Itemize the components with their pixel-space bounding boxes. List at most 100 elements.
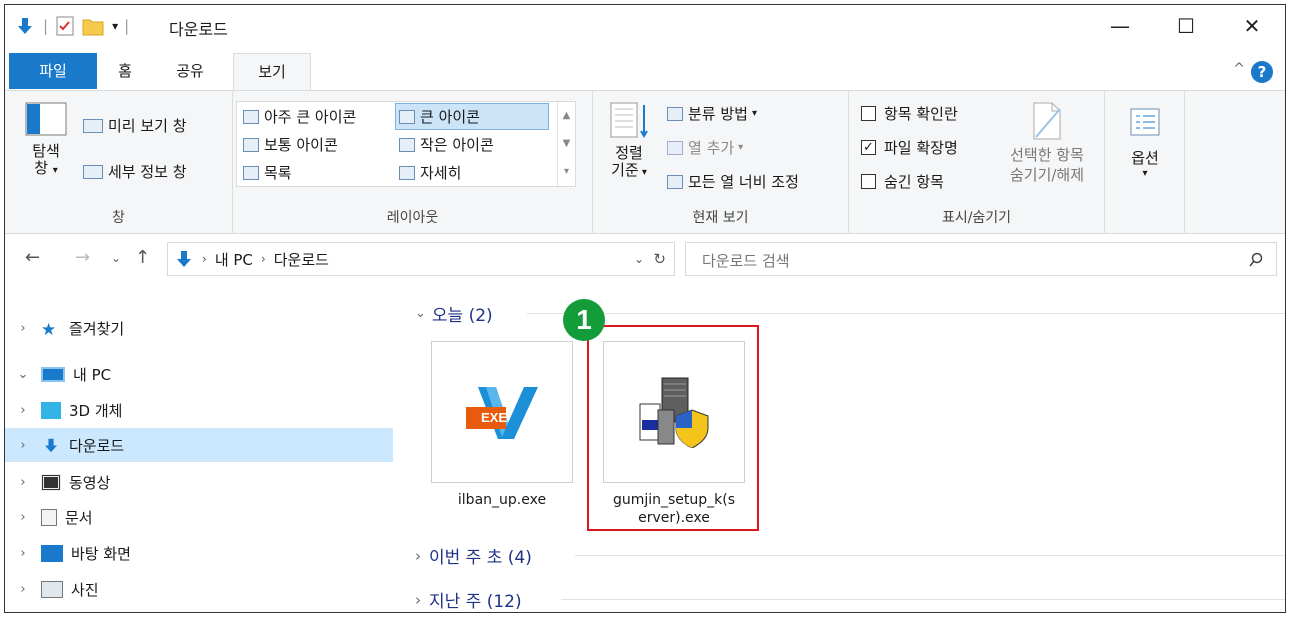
- options-icon: [1130, 108, 1160, 136]
- chevron-right-icon[interactable]: ›: [5, 321, 41, 336]
- collapse-ribbon-icon[interactable]: ^: [1233, 61, 1245, 77]
- layout-scroll[interactable]: ▲ ▼ ▾: [557, 102, 575, 186]
- layout-small-icons[interactable]: 작은 아이콘: [399, 134, 494, 155]
- nav-item-3d-objects[interactable]: › 3D 개체: [5, 393, 393, 427]
- group-divider: [527, 313, 1285, 314]
- search-input[interactable]: 다운로드 검색: [702, 250, 790, 271]
- search-box[interactable]: 다운로드 검색: [685, 242, 1277, 276]
- tab-view[interactable]: 보기: [233, 53, 311, 91]
- chevron-right-icon[interactable]: ›: [5, 475, 41, 490]
- file-extensions-toggle[interactable]: ✓ 파일 확장명: [861, 137, 958, 158]
- preview-pane-icon: [83, 118, 103, 133]
- details-pane-icon: [83, 164, 103, 179]
- chevron-right-icon[interactable]: ›: [5, 510, 41, 525]
- medium-icons-icon: [243, 137, 259, 152]
- expand-gallery-icon[interactable]: ▾: [558, 158, 575, 186]
- chevron-right-icon[interactable]: ›: [415, 547, 421, 565]
- address-dropdown-icon[interactable]: ⌄: [634, 252, 644, 266]
- star-icon: ★: [41, 319, 57, 340]
- fit-columns-button[interactable]: 모든 열 너비 조정: [667, 171, 799, 192]
- breadcrumb-this-pc[interactable]: 내 PC: [215, 249, 253, 270]
- hide-selected-button[interactable]: 선택한 항목 숨기기/해제: [995, 101, 1099, 185]
- navigation-pane-button[interactable]: 탐색 창 ▾: [17, 101, 75, 179]
- scroll-up-icon[interactable]: ▲: [558, 102, 575, 130]
- explorer-window: | ▾ | 다운로드 — ☐ ✕ 파일 홈 공유 보기 ^ ? 탐색 창 ▾ 미…: [4, 4, 1286, 613]
- nav-item-this-pc[interactable]: ⌄ 내 PC: [5, 357, 393, 391]
- preview-pane-button[interactable]: 미리 보기 창: [83, 115, 187, 136]
- chevron-down-icon[interactable]: ⌄: [5, 367, 41, 382]
- nav-item-label: 즐겨찾기: [69, 319, 125, 338]
- add-column-button[interactable]: 열 추가 ▾: [667, 137, 743, 158]
- hide-selected-label: 선택한 항목: [1010, 146, 1084, 164]
- nav-item-documents[interactable]: › 문서: [5, 500, 393, 534]
- navigation-pane: › ★ 즐겨찾기 ⌄ 내 PC › 3D 개체 › 다운로드 › 동영상 › 문서 › 바탕 화…: [5, 287, 397, 612]
- hide-selected-icon: [1033, 102, 1061, 140]
- large-icons-icon: [399, 109, 415, 124]
- layout-gallery: 아주 큰 아이콘 큰 아이콘 보통 아이콘 작은 아이콘 목록 자세히 ▲ ▼ ▾: [236, 101, 576, 187]
- details-pane-button[interactable]: 세부 정보 창: [83, 161, 187, 182]
- back-arrow-icon[interactable]: ←: [25, 247, 40, 268]
- nav-item-pictures[interactable]: › 사진: [5, 572, 393, 606]
- nav-item-quick-access[interactable]: › ★ 즐겨찾기: [5, 311, 393, 345]
- chevron-down-icon: ▾: [1142, 168, 1148, 179]
- chevron-right-icon[interactable]: ›: [5, 582, 41, 597]
- tab-file[interactable]: 파일: [9, 53, 97, 89]
- item-checkboxes-label: 항목 확인란: [884, 105, 958, 123]
- recent-locations-icon[interactable]: ⌄: [111, 251, 121, 265]
- tab-share[interactable]: 공유: [165, 53, 215, 89]
- layout-extra-large-icons[interactable]: 아주 큰 아이콘: [243, 106, 356, 127]
- layout-medium-icons[interactable]: 보통 아이콘: [243, 134, 338, 155]
- layout-list[interactable]: 목록: [243, 162, 292, 183]
- chevron-right-icon[interactable]: ›: [5, 546, 41, 561]
- nav-item-downloads[interactable]: › 다운로드: [5, 428, 393, 462]
- breadcrumb-downloads[interactable]: 다운로드: [274, 249, 329, 270]
- properties-icon[interactable]: [56, 16, 74, 36]
- group-header-today[interactable]: ⌄ 오늘 (2): [415, 301, 1285, 326]
- chevron-right-icon[interactable]: ›: [5, 438, 41, 453]
- download-arrow-icon[interactable]: [15, 16, 35, 36]
- list-icon: [243, 165, 259, 180]
- chevron-right-icon[interactable]: ›: [5, 403, 41, 418]
- forward-arrow-icon[interactable]: →: [75, 247, 90, 268]
- address-bar[interactable]: › 내 PC › 다운로드 ⌄ ↻: [167, 242, 675, 276]
- group-divider: [561, 599, 1285, 600]
- layout-details[interactable]: 자세히: [399, 162, 461, 183]
- navigation-pane-label: 탐색: [32, 142, 60, 160]
- desktop-icon: [41, 544, 63, 562]
- sort-by-button[interactable]: 정렬 기준 ▾: [601, 101, 657, 181]
- extra-large-icons-icon: [243, 109, 259, 124]
- tab-home[interactable]: 홈: [105, 53, 145, 89]
- maximize-button[interactable]: ☐: [1153, 5, 1219, 47]
- refresh-icon[interactable]: ↻: [653, 250, 666, 268]
- group-by-button[interactable]: 분류 방법 ▾: [667, 103, 757, 124]
- nav-item-music[interactable]: ›♪음악: [5, 607, 393, 612]
- chevron-right-icon[interactable]: ›: [415, 591, 421, 609]
- file-item-ilban-up[interactable]: EXE ilban_up.exe: [431, 341, 573, 509]
- group-label: 지난 주 (12): [429, 592, 522, 612]
- exe-tag: EXE: [481, 410, 508, 425]
- scroll-down-icon[interactable]: ▼: [558, 130, 575, 158]
- window-title: 다운로드: [169, 20, 228, 39]
- minimize-button[interactable]: —: [1087, 5, 1153, 47]
- nav-item-videos[interactable]: › 동영상: [5, 465, 393, 499]
- ribbon-tabs: 파일 홈 공유 보기 ^ ?: [5, 51, 1285, 91]
- chevron-down-icon[interactable]: ⌄: [415, 306, 426, 321]
- nav-item-desktop[interactable]: › 바탕 화면: [5, 536, 393, 570]
- cube-icon: [41, 401, 61, 419]
- layout-large-icons[interactable]: 큰 아이콘: [399, 106, 480, 127]
- new-folder-icon[interactable]: [82, 16, 104, 36]
- close-button[interactable]: ✕: [1219, 5, 1285, 47]
- details-icon: [399, 165, 415, 180]
- file-extensions-checkbox[interactable]: ✓: [861, 140, 876, 155]
- help-icon[interactable]: ?: [1251, 61, 1273, 83]
- customize-qa-icon[interactable]: ▾: [112, 19, 118, 33]
- up-arrow-icon[interactable]: ↑: [135, 247, 150, 268]
- options-button[interactable]: 옵션 ▾: [1115, 107, 1175, 179]
- hidden-items-toggle[interactable]: 숨긴 항목: [861, 171, 944, 192]
- item-checkboxes-toggle[interactable]: 항목 확인란: [861, 103, 958, 124]
- search-icon[interactable]: [1248, 252, 1264, 268]
- group-header-early-this-week[interactable]: › 이번 주 초 (4): [415, 543, 1285, 568]
- hidden-items-checkbox[interactable]: [861, 174, 876, 189]
- group-header-last-week[interactable]: › 지난 주 (12): [415, 587, 1285, 612]
- item-checkboxes-checkbox[interactable]: [861, 106, 876, 121]
